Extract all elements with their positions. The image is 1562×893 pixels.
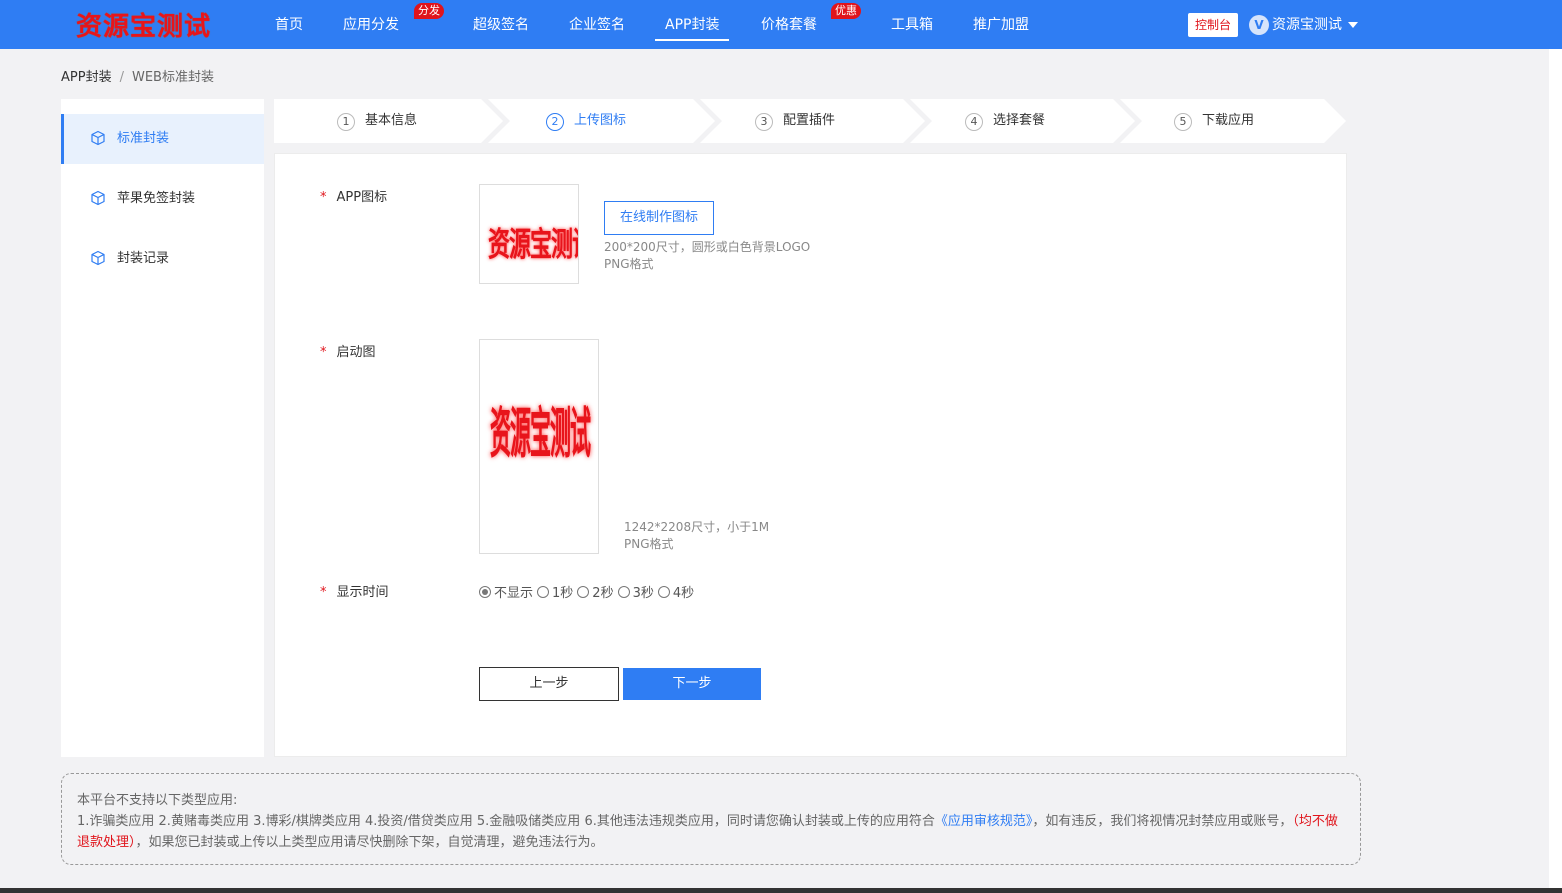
radio-label: 3秒 bbox=[632, 586, 654, 601]
radio-4-seconds[interactable]: 4秒 bbox=[657, 582, 698, 601]
display-time-label-text: 显示时间 bbox=[336, 585, 389, 600]
user-name-menu[interactable]: 资源宝测试 bbox=[1272, 0, 1342, 49]
radio-dot bbox=[617, 585, 630, 598]
nav-item-enterprise-signature[interactable]: 企业签名 bbox=[569, 0, 625, 49]
breadcrumb: APP封装 / WEB标准封装 bbox=[61, 66, 214, 85]
sidebar: 标准封装 苹果免签封装 封装记录 bbox=[61, 99, 264, 757]
required-mark: * bbox=[320, 585, 327, 600]
brand-logo[interactable]: 资源宝测试 bbox=[76, 6, 211, 43]
step-label: 选择套餐 bbox=[993, 113, 1046, 128]
step-number: 5 bbox=[1174, 113, 1192, 131]
nav-item-toolbox[interactable]: 工具箱 bbox=[891, 0, 933, 49]
nav-item-affiliate[interactable]: 推广加盟 bbox=[973, 0, 1029, 49]
display-time-radio-group: 不显示 1秒 2秒 3秒 4秒 bbox=[479, 582, 698, 601]
radio-1-second[interactable]: 1秒 bbox=[537, 582, 577, 601]
next-step-button[interactable]: 下一步 bbox=[623, 668, 761, 700]
splash-size-hint: 1242*2208尺寸，小于1M bbox=[624, 520, 770, 534]
step-label: 配置插件 bbox=[783, 113, 836, 128]
required-mark: * bbox=[320, 345, 327, 360]
sidebar-item-label: 封装记录 bbox=[117, 251, 170, 266]
console-button[interactable]: 控制台 bbox=[1188, 13, 1238, 37]
nav-item-super-signature[interactable]: 超级签名 bbox=[473, 0, 529, 49]
step-number: 4 bbox=[965, 113, 983, 131]
radio-dot bbox=[479, 585, 491, 598]
sidebar-item-packaging-records[interactable]: 封装记录 bbox=[61, 234, 264, 284]
radio-label: 不显示 bbox=[494, 586, 534, 601]
radio-dot bbox=[537, 585, 550, 598]
right-edge-strip bbox=[1549, 49, 1562, 893]
required-mark: * bbox=[320, 190, 327, 205]
radio-no-display[interactable]: 不显示 bbox=[479, 582, 537, 601]
review-policy-link[interactable]: 《应用审核规范》 bbox=[935, 814, 1033, 829]
sidebar-item-standard-packaging[interactable]: 标准封装 bbox=[61, 114, 264, 164]
step-number: 3 bbox=[755, 113, 773, 131]
sidebar-item-apple-unsigned[interactable]: 苹果免签封装 bbox=[61, 174, 264, 224]
previous-step-button[interactable]: 上一步 bbox=[479, 667, 619, 701]
chevron-down-icon[interactable] bbox=[1348, 22, 1358, 28]
make-icon-online-button[interactable]: 在线制作图标 bbox=[604, 201, 714, 235]
top-nav-bar: 资源宝测试 首页 应用分发 分发 超级签名 企业签名 APP封装 价格套餐 优惠… bbox=[0, 0, 1562, 49]
app-icon-label: * APP图标 bbox=[320, 186, 387, 205]
step-number: 2 bbox=[546, 113, 564, 131]
sidebar-item-label: 苹果免签封装 bbox=[117, 191, 196, 206]
bottom-bar bbox=[0, 888, 1562, 893]
cube-icon bbox=[91, 250, 105, 266]
nav-item-home[interactable]: 首页 bbox=[275, 0, 303, 49]
notice-text: ，如有违反，我们将视情况封禁应用或账号， bbox=[1032, 814, 1293, 829]
upload-form-panel: * APP图标 资源宝测试 在线制作图标 200*200尺寸，圆形或白色背景LOG… bbox=[274, 153, 1347, 757]
nav-badge-distribution: 分发 bbox=[414, 3, 444, 19]
step-number: 1 bbox=[337, 113, 355, 131]
radio-dot bbox=[657, 585, 670, 598]
splash-image-preview[interactable]: 资源宝测试 bbox=[479, 339, 599, 554]
splash-label: * 启动图 bbox=[320, 341, 376, 360]
icon-size-hint: 200*200尺寸，圆形或白色背景LOGO bbox=[604, 240, 811, 254]
nav-badge-discount: 优惠 bbox=[831, 3, 861, 19]
nav-item-pricing[interactable]: 价格套餐 bbox=[761, 0, 817, 49]
step-label: 上传图标 bbox=[574, 113, 627, 128]
nav-item-app-packaging[interactable]: APP封装 bbox=[654, 0, 731, 49]
app-icon-label-text: APP图标 bbox=[336, 190, 388, 205]
splash-image-text: 资源宝测试 bbox=[490, 399, 591, 465]
splash-label-text: 启动图 bbox=[336, 345, 376, 360]
display-time-label: * 显示时间 bbox=[320, 581, 389, 600]
sidebar-item-label: 标准封装 bbox=[117, 131, 170, 146]
step-indicator: 1 基本信息 2 上传图标 3 配置插件 4 选择套餐 5 下载应用 bbox=[274, 99, 1346, 143]
radio-3-seconds[interactable]: 3秒 bbox=[617, 582, 658, 601]
avatar[interactable]: V bbox=[1249, 15, 1269, 35]
breadcrumb-parent[interactable]: APP封装 bbox=[61, 70, 112, 85]
radio-label: 1秒 bbox=[552, 586, 574, 601]
notice-title: 本平台不支持以下类型应用: bbox=[77, 793, 238, 808]
radio-2-seconds[interactable]: 2秒 bbox=[577, 582, 617, 601]
app-icon-image-text: 资源宝测试 bbox=[488, 225, 578, 265]
cube-icon bbox=[91, 130, 105, 146]
app-icon-preview[interactable]: 资源宝测试 bbox=[479, 184, 579, 284]
breadcrumb-current: WEB标准封装 bbox=[131, 70, 214, 85]
radio-label: 2秒 bbox=[592, 586, 614, 601]
splash-format-hint: PNG格式 bbox=[624, 537, 674, 551]
breadcrumb-separator: / bbox=[119, 70, 124, 85]
icon-format-hint: PNG格式 bbox=[604, 257, 654, 271]
notice-text: 1.诈骗类应用 2.黄赌毒类应用 3.博彩/棋牌类应用 4.投资/借贷类应用 5… bbox=[77, 814, 935, 829]
nav-item-app-distribution[interactable]: 应用分发 bbox=[343, 0, 399, 49]
step-label: 下载应用 bbox=[1202, 113, 1255, 128]
policy-notice: 本平台不支持以下类型应用: 1.诈骗类应用 2.黄赌毒类应用 3.博彩/棋牌类应… bbox=[61, 773, 1361, 865]
notice-body: 1.诈骗类应用 2.黄赌毒类应用 3.博彩/棋牌类应用 4.投资/借贷类应用 5… bbox=[77, 811, 1345, 853]
step-label: 基本信息 bbox=[365, 113, 418, 128]
notice-text: ，如果您已封装或上传以上类型应用请尽快删除下架，自觉清理，避免违法行为。 bbox=[135, 835, 604, 850]
radio-dot bbox=[577, 585, 590, 598]
cube-icon bbox=[91, 190, 105, 206]
radio-label: 4秒 bbox=[672, 586, 695, 601]
